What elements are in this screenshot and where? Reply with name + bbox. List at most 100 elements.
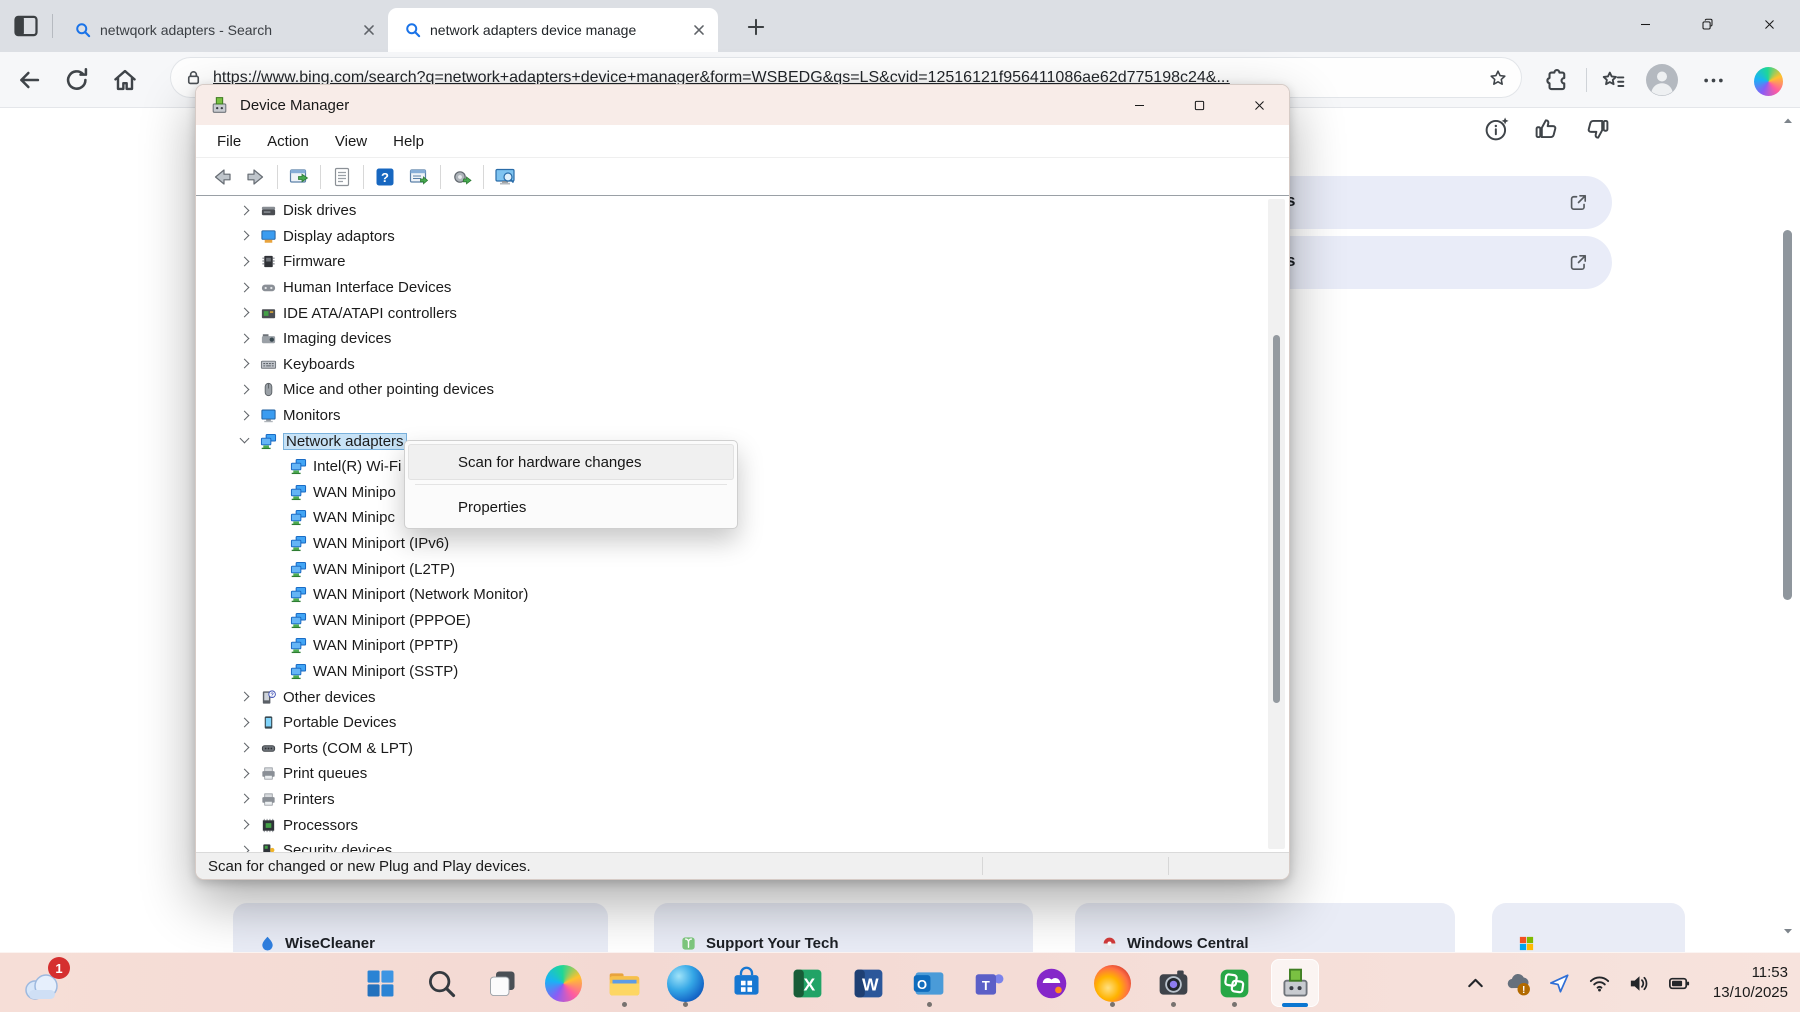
tree-item[interactable]: WAN Miniport (SSTP) (196, 659, 1259, 685)
chevron-right-icon[interactable] (236, 790, 254, 808)
toolbar-scan-icon[interactable] (451, 166, 473, 188)
external-link-icon[interactable] (1567, 191, 1590, 214)
device-manager-button[interactable] (1271, 959, 1319, 1007)
chevron-right-icon[interactable] (236, 202, 254, 220)
tree-scrollbar[interactable] (1268, 199, 1285, 849)
weather-widget[interactable]: 1 (20, 960, 68, 1006)
onedrive-status-button[interactable]: ! (1503, 969, 1532, 998)
tree-item[interactable]: Keyboards (196, 352, 1259, 378)
chevron-right-icon[interactable] (236, 714, 254, 732)
profile-avatar[interactable] (1646, 64, 1678, 96)
store-button[interactable] (722, 959, 770, 1007)
tree-item[interactable]: Processors (196, 812, 1259, 838)
green-app-button[interactable] (1210, 959, 1258, 1007)
scroll-down-icon[interactable] (1781, 924, 1795, 938)
menu-action[interactable]: Action (254, 133, 322, 150)
copilot-button[interactable] (539, 959, 587, 1007)
thumbs-up-button[interactable] (1532, 114, 1562, 144)
edge-button[interactable] (661, 959, 709, 1007)
tree-item[interactable]: IDE ATA/ATAPI controllers (196, 300, 1259, 326)
volume-indicator[interactable] (1627, 971, 1652, 996)
tree-item[interactable]: Printers (196, 787, 1259, 813)
browser-restore-button[interactable] (1676, 0, 1738, 48)
camera-button[interactable] (1149, 959, 1197, 1007)
result-card[interactable] (1492, 903, 1685, 952)
tree-item[interactable]: WAN Miniport (L2TP) (196, 556, 1259, 582)
minimize-button[interactable] (1109, 85, 1169, 125)
chevron-right-icon[interactable] (236, 381, 254, 399)
ai-info-button[interactable] (1482, 114, 1512, 144)
chevron-right-icon[interactable] (236, 842, 254, 852)
chevron-right-icon[interactable] (236, 304, 254, 322)
tree-item[interactable]: Human Interface Devices (196, 275, 1259, 301)
thumbs-down-button[interactable] (1582, 114, 1612, 144)
tree-item[interactable]: WAN Miniport (IPv6) (196, 531, 1259, 557)
menu-view[interactable]: View (322, 133, 380, 150)
task-view-button[interactable] (478, 959, 526, 1007)
tree-scrollbar-thumb[interactable] (1273, 335, 1280, 703)
page-scrollbar[interactable] (1780, 108, 1796, 952)
tree-item[interactable]: ?Other devices (196, 684, 1259, 710)
back-button[interactable] (15, 66, 43, 94)
tree-item[interactable]: Portable Devices (196, 710, 1259, 736)
chevron-right-icon[interactable] (236, 279, 254, 297)
browser-tab-2[interactable]: network adapters device manage (388, 8, 718, 52)
chevron-right-icon[interactable] (236, 253, 254, 271)
file-explorer-button[interactable] (600, 959, 648, 1007)
battery-indicator[interactable] (1667, 971, 1692, 996)
tree-item[interactable]: WAN Miniport (PPTP) (196, 633, 1259, 659)
tree-item[interactable]: WAN Miniport (PPPOE) (196, 608, 1259, 634)
tree-item[interactable]: Monitors (196, 403, 1259, 429)
toolbar-export-icon[interactable] (288, 166, 310, 188)
new-tab-button[interactable] (745, 16, 767, 38)
toolbar-properties-icon[interactable] (331, 166, 353, 188)
tree-item[interactable]: Disk drives (196, 198, 1259, 224)
external-link-icon[interactable] (1567, 251, 1590, 274)
browser-close-button[interactable] (1738, 0, 1800, 48)
chevron-right-icon[interactable] (236, 227, 254, 245)
result-card[interactable]: Windows Central (1075, 903, 1455, 952)
toolbar-help-icon[interactable]: ? (374, 166, 396, 188)
excel-button[interactable]: X (783, 959, 831, 1007)
purple-app-button[interactable] (1027, 959, 1075, 1007)
tab-close-button[interactable] (690, 21, 708, 39)
more-options-button[interactable] (1700, 67, 1727, 94)
context-menu-item-scan-for-hardware-changes[interactable]: Scan for hardware changes (408, 444, 734, 480)
vertical-tabs-button[interactable] (12, 12, 40, 40)
chevron-down-icon[interactable] (236, 432, 254, 450)
window-title-bar[interactable]: Device Manager (196, 85, 1289, 125)
menu-help[interactable]: Help (380, 133, 437, 150)
word-button[interactable]: W (844, 959, 892, 1007)
firefox-button[interactable] (1088, 959, 1136, 1007)
home-button[interactable] (111, 66, 139, 94)
toolbar-monitor-icon[interactable] (494, 166, 516, 188)
tab-close-button[interactable] (360, 21, 378, 39)
chevron-right-icon[interactable] (236, 739, 254, 757)
scroll-up-icon[interactable] (1781, 114, 1795, 128)
taskbar-clock[interactable]: 11:53 13/10/2025 (1713, 963, 1788, 1003)
tree-item[interactable]: Mice and other pointing devices (196, 377, 1259, 403)
browser-tab-1[interactable]: netwqork adapters - Search (58, 8, 388, 52)
tray-expand-button[interactable] (1463, 971, 1488, 996)
chevron-right-icon[interactable] (236, 765, 254, 783)
location-indicator[interactable] (1547, 971, 1572, 996)
tree-item[interactable]: Ports (COM & LPT) (196, 735, 1259, 761)
toolbar-back-icon[interactable] (211, 166, 233, 188)
start-button[interactable] (356, 959, 404, 1007)
refresh-button[interactable] (63, 66, 91, 94)
chevron-right-icon[interactable] (236, 355, 254, 373)
collections-button[interactable] (1600, 67, 1627, 94)
tree-item[interactable]: Imaging devices (196, 326, 1259, 352)
tree-item[interactable]: WAN Miniport (Network Monitor) (196, 582, 1259, 608)
result-card[interactable]: Support Your Tech (654, 903, 1033, 952)
favorite-star-icon[interactable] (1488, 68, 1508, 88)
tree-item[interactable]: Security devices (196, 838, 1259, 852)
browser-minimize-button[interactable] (1614, 0, 1676, 48)
extensions-button[interactable] (1544, 67, 1571, 94)
search-button[interactable] (417, 959, 465, 1007)
tree-item[interactable]: Print queues (196, 761, 1259, 787)
chevron-right-icon[interactable] (236, 330, 254, 348)
menu-file[interactable]: File (204, 133, 254, 150)
result-card[interactable]: WiseCleaner (233, 903, 608, 952)
outlook-button[interactable]: O (905, 959, 953, 1007)
